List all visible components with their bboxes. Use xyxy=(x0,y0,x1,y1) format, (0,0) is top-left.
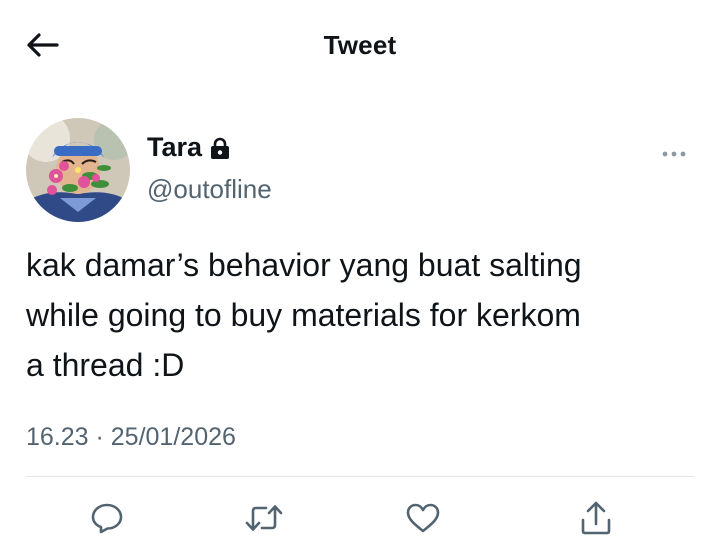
divider xyxy=(26,476,694,477)
name-row: Tara xyxy=(147,132,230,163)
like-icon xyxy=(406,503,440,533)
tweet-text-line: kak damar’s behavior yang buat salting xyxy=(26,247,582,283)
header: Tweet xyxy=(0,0,720,92)
share-icon xyxy=(581,501,611,535)
reply-icon xyxy=(91,503,123,534)
tweet-text-line: a thread :D xyxy=(26,347,185,383)
more-horizontal-icon xyxy=(662,151,686,157)
page-title: Tweet xyxy=(323,30,397,60)
avatar[interactable] xyxy=(26,118,130,222)
like-button[interactable] xyxy=(401,496,445,540)
timestamp[interactable]: 16.23 · 25/01/2026 xyxy=(26,423,236,452)
tweet-author: Tara @outofline xyxy=(26,118,694,222)
retweet-button[interactable] xyxy=(242,496,286,540)
retweet-icon xyxy=(245,505,283,531)
reply-button[interactable] xyxy=(85,496,129,540)
share-button[interactable] xyxy=(574,496,618,540)
tweet-detail-page: Tweet Tara @outofline kak damar’s behavi… xyxy=(0,0,720,559)
more-button[interactable] xyxy=(658,146,690,162)
handle[interactable]: @outofline xyxy=(147,174,272,205)
tweet-actions xyxy=(0,496,720,540)
display-name[interactable]: Tara xyxy=(147,132,202,163)
lock-icon xyxy=(211,137,230,159)
tweet-text: kak damar’s behavior yang buat salting w… xyxy=(26,240,696,390)
tweet-text-line: while going to buy materials for kerkom xyxy=(26,297,581,333)
